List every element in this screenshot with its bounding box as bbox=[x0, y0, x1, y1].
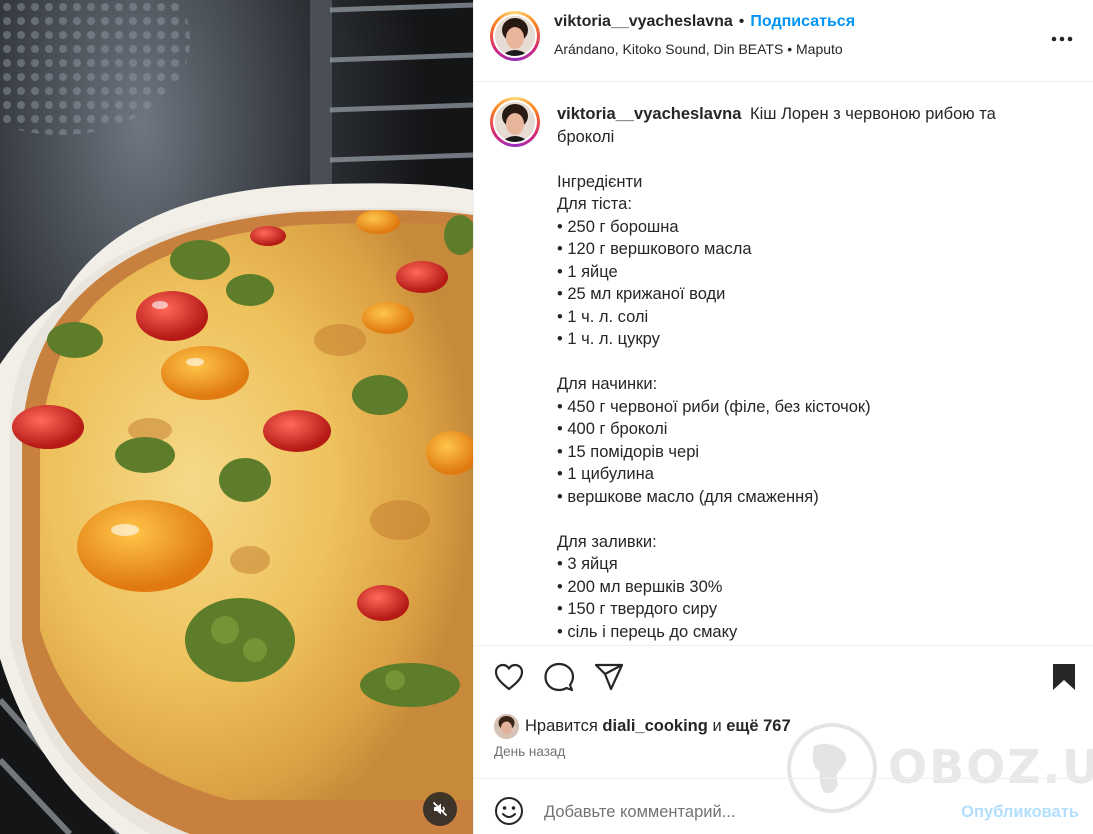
ingredient-line: • 250 г борошна bbox=[557, 217, 679, 236]
ingredient-line: Інгредієнти bbox=[557, 172, 643, 191]
author-avatar[interactable] bbox=[490, 11, 540, 61]
bookmark-icon bbox=[1052, 663, 1076, 696]
quiche-image bbox=[0, 0, 473, 834]
mute-button[interactable] bbox=[423, 792, 457, 826]
follow-button[interactable]: Подписаться bbox=[750, 13, 855, 30]
comment-input[interactable] bbox=[544, 797, 924, 827]
post-comment-button[interactable]: Опубликовать bbox=[961, 803, 1079, 822]
emoji-icon bbox=[494, 797, 524, 830]
ingredient-line: • 1 цибулина bbox=[557, 465, 654, 483]
post-details-panel: viktoria__vyacheslavna • Подписаться Aránd… bbox=[473, 0, 1093, 834]
ingredient-line: • 200 мл вершків 30% bbox=[557, 577, 723, 596]
more-horizontal-icon bbox=[1051, 29, 1073, 47]
post-timestamp[interactable]: День назад bbox=[494, 744, 565, 759]
liker-avatar[interactable] bbox=[494, 713, 519, 739]
ingredient-line: • 15 помідорів чері bbox=[557, 442, 700, 461]
ingredient-line: • 1 ч. л. солі bbox=[557, 307, 649, 326]
heart-icon bbox=[494, 663, 524, 696]
ingredients-list: Інгредієнти Для тіста: • 250 г борошна • 12… bbox=[557, 171, 1057, 644]
ingredient-line: • 150 г твердого сиру bbox=[557, 600, 718, 618]
likes-prefix: Нравится bbox=[525, 716, 598, 735]
post-media[interactable] bbox=[0, 0, 473, 834]
save-button[interactable] bbox=[1049, 663, 1079, 696]
caption-username[interactable]: viktoria__vyacheslavna bbox=[557, 105, 741, 123]
comment-button[interactable] bbox=[544, 662, 575, 697]
liker-username[interactable]: diali_cooking bbox=[602, 717, 707, 736]
ingredient-line: Для тіста: bbox=[557, 195, 632, 213]
comment-icon bbox=[544, 662, 575, 697]
likes-count[interactable]: ещё 767 bbox=[726, 717, 790, 736]
ingredient-line: Для начинки: bbox=[557, 375, 658, 393]
post-header: viktoria__vyacheslavna • Подписаться Aránd… bbox=[474, 0, 1093, 82]
caption-area[interactable]: viktoria__vyacheslavna Кіш Лорен з черво… bbox=[474, 83, 1093, 645]
ingredient-line: • вершкове масло (для смаження) bbox=[557, 487, 819, 506]
emoji-button[interactable] bbox=[494, 796, 524, 826]
ingredient-line: • 1 яйце bbox=[557, 262, 618, 281]
caption-title-line: viktoria__vyacheslavna Кіш Лорен з черво… bbox=[557, 103, 1057, 148]
caption-author-avatar[interactable] bbox=[490, 97, 540, 147]
ingredient-line: • 120 г вершкового масла bbox=[557, 240, 752, 258]
like-button[interactable] bbox=[494, 663, 524, 696]
more-options-button[interactable] bbox=[1050, 26, 1074, 50]
ingredient-line: • сіль і перець до смаку bbox=[557, 622, 738, 641]
muted-speaker-icon bbox=[432, 801, 448, 817]
ingredient-line: • 1 ч. л. цукру bbox=[557, 330, 660, 348]
ingredient-line: • 3 яйця bbox=[557, 555, 618, 573]
ingredient-line: • 450 г червоної риби (філе, без кісточо… bbox=[557, 397, 871, 416]
likes-summary: Нравится diali_cooking и ещё 767 bbox=[494, 713, 791, 739]
action-bar bbox=[474, 645, 1093, 715]
author-username[interactable]: viktoria__vyacheslavna bbox=[554, 13, 733, 30]
ingredient-line: • 400 г броколі bbox=[557, 420, 668, 438]
comment-bar: Опубликовать bbox=[474, 778, 1093, 834]
separator-dot: • bbox=[738, 13, 745, 30]
caption-text: viktoria__vyacheslavna Кіш Лорен з черво… bbox=[557, 103, 1057, 643]
ingredient-line: • 25 мл крижаної води bbox=[557, 285, 726, 303]
share-button[interactable] bbox=[594, 663, 624, 696]
audio-attribution[interactable]: Arándano, Kitoko Sound, Din BEATS • Mapu… bbox=[554, 41, 843, 57]
likes-joiner: и bbox=[712, 716, 722, 735]
ingredient-line: Для заливки: bbox=[557, 532, 657, 551]
share-icon bbox=[594, 663, 624, 696]
